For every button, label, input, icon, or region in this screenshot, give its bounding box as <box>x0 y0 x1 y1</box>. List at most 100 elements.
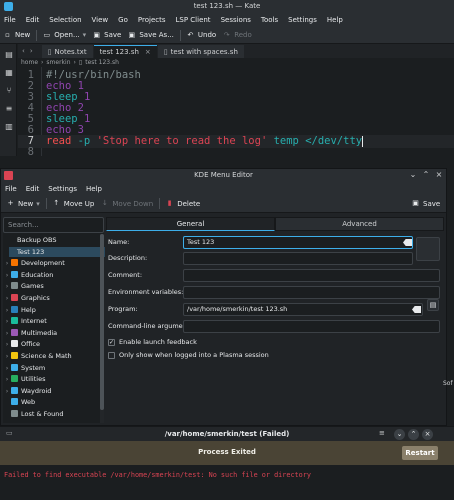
environment-variables-field[interactable] <box>183 286 440 299</box>
breadcrumb-smerkin[interactable]: smerkin <box>46 59 70 66</box>
menu-icon[interactable]: ≡ <box>379 429 385 437</box>
close-icon[interactable]: × <box>422 429 433 440</box>
tree-item[interactable]: › Development <box>3 258 99 269</box>
tab-test-with-spaces[interactable]: ▯ test with spaces.sh <box>157 45 244 58</box>
restart-button[interactable]: Restart <box>402 446 438 460</box>
tree-item[interactable]: › Multimedia <box>3 328 99 339</box>
entry-icon-button[interactable] <box>416 237 440 261</box>
save-as-button[interactable]: ▣ Save As... <box>127 31 174 40</box>
menu-help[interactable]: Help <box>327 16 343 24</box>
minimize-icon[interactable]: ⌄ <box>408 170 418 180</box>
symbol-outline-icon[interactable]: ≡ <box>4 104 14 114</box>
filesystem-browser-icon[interactable]: ▦ <box>4 68 14 78</box>
expand-arrow-icon[interactable]: › <box>3 386 11 397</box>
breadcrumb-home[interactable]: home <box>21 59 38 66</box>
code-editor[interactable]: 1 #!/usr/bin/bash 2 echo 1 3 sleep 1 4 echo 25s… <box>18 67 454 159</box>
tab-general[interactable]: General <box>106 217 275 231</box>
expand-arrow-icon[interactable]: › <box>3 270 11 281</box>
tree-item[interactable]: › Education <box>3 270 99 281</box>
tree-item[interactable]: Test 123 <box>9 246 105 258</box>
program-field[interactable]: /var/home/smerkin/test 123.sh <box>183 303 423 316</box>
expand-arrow-icon[interactable]: › <box>3 281 11 292</box>
tree-item[interactable]: › Utilities <box>3 374 99 385</box>
tree-item[interactable]: › Games <box>3 281 99 292</box>
scrollbar-thumb[interactable] <box>100 234 104 410</box>
expand-arrow-icon[interactable]: › <box>3 351 11 362</box>
description-field[interactable] <box>183 252 413 265</box>
expand-arrow-icon[interactable]: › <box>3 293 11 304</box>
chevron-down-icon[interactable]: ▾ <box>83 31 87 39</box>
document-list-icon[interactable]: ▤ <box>4 50 14 60</box>
menu-projects[interactable]: Projects <box>138 16 166 24</box>
tree-item-label: Waydroid <box>21 386 52 395</box>
menu-selection[interactable]: Selection <box>49 16 81 24</box>
comment-field[interactable] <box>183 269 440 282</box>
tab-advanced[interactable]: Advanced <box>275 217 444 231</box>
chevron-left-icon[interactable]: ‹ <box>22 47 25 55</box>
tree-item[interactable]: › System <box>3 363 99 374</box>
menu-edit[interactable]: Edit <box>26 185 40 193</box>
redo-button[interactable]: ↷ Redo <box>222 31 252 40</box>
chevron-down-icon[interactable]: ⌄ <box>394 429 405 440</box>
expand-arrow-icon[interactable]: › <box>3 258 11 269</box>
menu-sessions[interactable]: Sessions <box>221 16 251 24</box>
menu-edit[interactable]: Edit <box>26 16 40 24</box>
checkbox-checked[interactable]: ✓ <box>108 338 115 346</box>
menu-go[interactable]: Go <box>118 16 128 24</box>
tab-notes[interactable]: ▯ Notes.txt <box>41 45 93 58</box>
tree-item[interactable]: › Graphics <box>3 293 99 304</box>
code-line[interactable]: 8 <box>18 146 454 159</box>
project-icon[interactable]: ▥ <box>4 122 14 132</box>
tree-item[interactable]: Web <box>3 397 99 408</box>
search-input[interactable]: Search... <box>3 217 104 233</box>
new-item-button[interactable]: + New ▾ <box>6 199 40 208</box>
close-icon[interactable]: × <box>145 48 151 56</box>
expand-arrow-icon[interactable]: › <box>3 316 11 327</box>
browse-button[interactable]: ▤ <box>427 299 439 311</box>
chevron-down-icon[interactable]: ▾ <box>36 200 40 208</box>
expand-arrow-icon[interactable]: › <box>3 374 11 385</box>
plasma-only-checkbox[interactable]: Only show when logged into a Plasma sess… <box>108 351 269 359</box>
git-icon[interactable]: ⑂ <box>4 86 14 96</box>
save-button[interactable]: ▣ Save <box>411 199 440 208</box>
name-field[interactable]: Test 123 <box>183 236 413 249</box>
close-icon[interactable]: × <box>434 170 444 180</box>
undo-button[interactable]: ↶ Undo <box>186 31 216 40</box>
tree-item[interactable]: › Waydroid <box>3 386 99 397</box>
expand-arrow-icon[interactable]: › <box>3 339 11 350</box>
chevron-right-icon[interactable]: › <box>30 47 33 55</box>
tab-test-123[interactable]: test 123.sh × <box>93 45 157 58</box>
expand-arrow-icon[interactable]: › <box>3 363 11 374</box>
arrow-down-icon: ↓ <box>101 199 108 207</box>
new-button[interactable]: ▫ New <box>3 31 30 40</box>
move-up-button[interactable]: ↑ Move Up <box>52 199 94 208</box>
launch-feedback-checkbox[interactable]: ✓ Enable launch feedback <box>108 338 197 346</box>
tree-item[interactable]: Backup OBS <box>9 235 105 246</box>
menu-settings[interactable]: Settings <box>48 185 77 193</box>
chevron-up-icon[interactable]: ⌃ <box>408 429 419 440</box>
checkbox-unchecked[interactable] <box>108 351 115 359</box>
menu-help[interactable]: Help <box>86 185 102 193</box>
menu-tools[interactable]: Tools <box>261 16 278 24</box>
menu-lsp-client[interactable]: LSP Client <box>176 16 211 24</box>
menu-file[interactable]: File <box>4 16 16 24</box>
tree-item[interactable]: › Internet <box>3 316 99 327</box>
menu-file[interactable]: File <box>5 185 17 193</box>
tree-item[interactable]: Lost & Found <box>3 409 99 420</box>
move-down-button[interactable]: ↓ Move Down <box>100 199 153 208</box>
delete-button[interactable]: ▮ Delete <box>165 199 200 208</box>
arrow-up-icon: ↑ <box>53 199 60 207</box>
expand-arrow-icon[interactable]: › <box>3 305 11 316</box>
tree-item[interactable]: › Office <box>3 339 99 350</box>
menu-settings[interactable]: Settings <box>288 16 317 24</box>
save-button[interactable]: ▣ Save <box>92 31 121 40</box>
maximize-icon[interactable]: ⌃ <box>421 170 431 180</box>
command-line-arguments-field[interactable] <box>183 320 440 333</box>
expand-arrow-icon[interactable]: › <box>3 328 11 339</box>
menu-view[interactable]: View <box>92 16 109 24</box>
open-button[interactable]: ▭ Open... ▾ <box>42 31 86 40</box>
breadcrumb-file[interactable]: test 123.sh <box>85 59 119 66</box>
tree-scrollbar[interactable] <box>100 234 104 423</box>
tree-item[interactable]: › Science & Math <box>3 351 99 362</box>
tree-item[interactable]: › Help <box>3 305 99 316</box>
